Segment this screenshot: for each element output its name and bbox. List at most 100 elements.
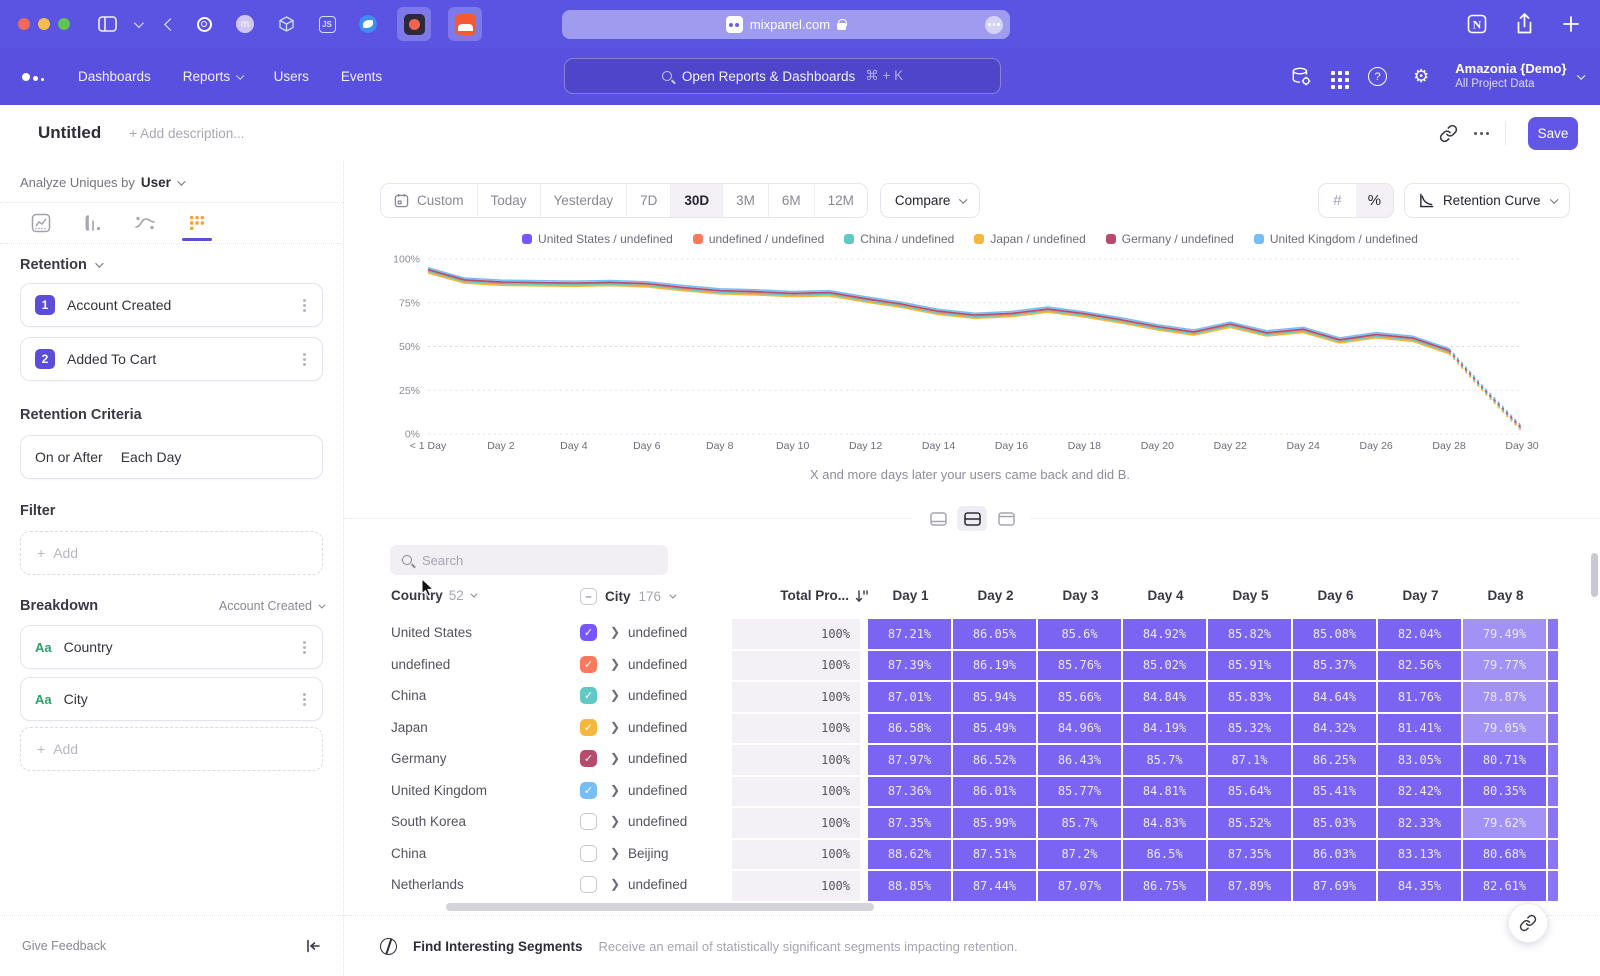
- share-link-floating-button[interactable]: [1508, 903, 1548, 943]
- tab-retention[interactable]: [184, 206, 210, 240]
- retention-cell[interactable]: 85.32%: [1208, 714, 1291, 744]
- column-day-8[interactable]: Day 8: [1463, 588, 1548, 603]
- vertical-scrollbar[interactable]: [1591, 553, 1598, 597]
- retention-cell[interactable]: 85.91%: [1208, 651, 1291, 681]
- retention-cell[interactable]: 86.75%: [1123, 871, 1206, 901]
- legend-item[interactable]: China / undefined: [844, 232, 954, 246]
- analyze-value-dropdown[interactable]: User: [141, 175, 171, 190]
- retention-cell[interactable]: 85.52%: [1208, 808, 1291, 838]
- legend-item[interactable]: Germany / undefined: [1106, 232, 1234, 246]
- retention-cell[interactable]: 84.84%: [1123, 682, 1206, 712]
- retention-cell[interactable]: 85.7%: [1038, 808, 1121, 838]
- kebab-menu-icon[interactable]: [303, 646, 306, 649]
- table-search[interactable]: [390, 545, 668, 575]
- step-card-account-created[interactable]: 1 Account Created: [20, 283, 323, 327]
- row-city[interactable]: undefined: [628, 877, 687, 892]
- row-checkbox[interactable]: ✓: [580, 719, 597, 736]
- tab-favicon-m-icon[interactable]: m: [233, 12, 257, 36]
- legend-item[interactable]: United Kingdom / undefined: [1254, 232, 1418, 246]
- row-total-cell[interactable]: 100%: [732, 808, 860, 838]
- row-country[interactable]: Japan: [391, 720, 428, 735]
- retention-cell[interactable]: 79.77%: [1463, 651, 1546, 681]
- row-checkbox[interactable]: [580, 876, 597, 893]
- retention-cell[interactable]: 85.76%: [1038, 651, 1121, 681]
- row-country[interactable]: China: [391, 846, 426, 861]
- retention-cell[interactable]: 86.03%: [1293, 840, 1376, 870]
- row-checkbox[interactable]: [580, 845, 597, 862]
- legend-item[interactable]: Japan / undefined: [974, 232, 1085, 246]
- row-city[interactable]: undefined: [628, 751, 687, 766]
- column-day-2[interactable]: Day 2: [953, 588, 1038, 603]
- breakdown-property[interactable]: City: [64, 691, 291, 707]
- maximize-window-icon[interactable]: [58, 18, 70, 30]
- range-yesterday[interactable]: Yesterday: [540, 184, 627, 217]
- row-total-cell[interactable]: 100%: [732, 745, 860, 775]
- row-country[interactable]: South Korea: [391, 814, 466, 829]
- legend-item[interactable]: undefined / undefined: [693, 232, 824, 246]
- row-total-cell[interactable]: 100%: [732, 651, 860, 681]
- range-12m[interactable]: 12M: [814, 184, 867, 217]
- row-checkbox[interactable]: ✓: [580, 782, 597, 799]
- page-title[interactable]: Untitled: [38, 123, 101, 143]
- retention-cell[interactable]: 82.61%: [1463, 871, 1546, 901]
- row-checkbox[interactable]: ✓: [580, 687, 597, 704]
- retention-cell[interactable]: 81.76%: [1378, 682, 1461, 712]
- column-day-1[interactable]: Day 1: [868, 588, 953, 603]
- retention-cell[interactable]: 82.56%: [1378, 651, 1461, 681]
- row-country[interactable]: United States: [391, 625, 472, 640]
- filter-add-button[interactable]: +Add: [20, 531, 323, 575]
- row-country[interactable]: Germany: [391, 751, 447, 766]
- retention-section-header[interactable]: Retention: [20, 257, 323, 273]
- retention-cell[interactable]: 87.35%: [1208, 840, 1291, 870]
- retention-cell[interactable]: 87.39%: [868, 651, 951, 681]
- close-window-icon[interactable]: [18, 18, 30, 30]
- criteria-interval[interactable]: Each Day: [121, 449, 182, 465]
- nav-users[interactable]: Users: [274, 69, 309, 84]
- retention-cell[interactable]: 87.44%: [953, 871, 1036, 901]
- share-icon[interactable]: [1515, 13, 1534, 35]
- kebab-menu-icon[interactable]: [303, 304, 306, 307]
- column-total[interactable]: Total Pro...: [732, 588, 868, 603]
- step-event-name[interactable]: Added To Cart: [67, 351, 291, 367]
- range-today[interactable]: Today: [477, 184, 540, 217]
- expand-chevron-icon[interactable]: ❯: [610, 814, 620, 828]
- retention-cell[interactable]: 87.51%: [953, 840, 1036, 870]
- save-button[interactable]: Save: [1528, 117, 1578, 150]
- tab-favicon-bird-icon[interactable]: [356, 12, 380, 36]
- tab-favicon-ring-icon[interactable]: [192, 12, 216, 36]
- add-description[interactable]: + Add description...: [129, 126, 244, 141]
- layout-table-only-button[interactable]: [991, 506, 1021, 531]
- kebab-menu-icon[interactable]: [303, 698, 306, 701]
- retention-cell[interactable]: 86.52%: [953, 745, 1036, 775]
- row-total-cell[interactable]: 100%: [732, 871, 860, 901]
- retention-cell[interactable]: 84.96%: [1038, 714, 1121, 744]
- retention-cell[interactable]: 84.64%: [1293, 682, 1376, 712]
- row-city[interactable]: undefined: [628, 625, 687, 640]
- retention-cell[interactable]: 86.43%: [1038, 745, 1121, 775]
- mixpanel-logo[interactable]: [22, 73, 44, 81]
- retention-cell[interactable]: 83.05%: [1378, 745, 1461, 775]
- row-country[interactable]: China: [391, 688, 426, 703]
- apps-grid-icon[interactable]: [1331, 71, 1335, 75]
- retention-cell[interactable]: 82.33%: [1378, 808, 1461, 838]
- retention-cell[interactable]: 87.1%: [1208, 745, 1291, 775]
- row-city[interactable]: Beijing: [628, 846, 669, 861]
- retention-cell[interactable]: 85.7%: [1123, 745, 1206, 775]
- retention-cell[interactable]: 84.19%: [1123, 714, 1206, 744]
- row-checkbox[interactable]: ✓: [580, 624, 597, 641]
- select-all-checkbox[interactable]: –: [580, 588, 597, 605]
- row-total-cell[interactable]: 100%: [732, 619, 860, 649]
- retention-cell[interactable]: 87.2%: [1038, 840, 1121, 870]
- expand-chevron-icon[interactable]: ❯: [610, 625, 620, 639]
- nav-events[interactable]: Events: [341, 69, 382, 84]
- retention-cell[interactable]: 83.13%: [1378, 840, 1461, 870]
- range-custom[interactable]: Custom: [381, 184, 477, 217]
- retention-cell[interactable]: 86.58%: [868, 714, 951, 744]
- tab-overview-chevron-icon[interactable]: [134, 18, 144, 28]
- column-day-5[interactable]: Day 5: [1208, 588, 1293, 603]
- row-city[interactable]: undefined: [628, 688, 687, 703]
- criteria-mode[interactable]: On or After: [35, 449, 103, 465]
- settings-gear-icon[interactable]: ⚙: [1413, 66, 1429, 87]
- retention-cell-clipped[interactable]: [1548, 619, 1558, 649]
- compare-button[interactable]: Compare: [880, 183, 980, 218]
